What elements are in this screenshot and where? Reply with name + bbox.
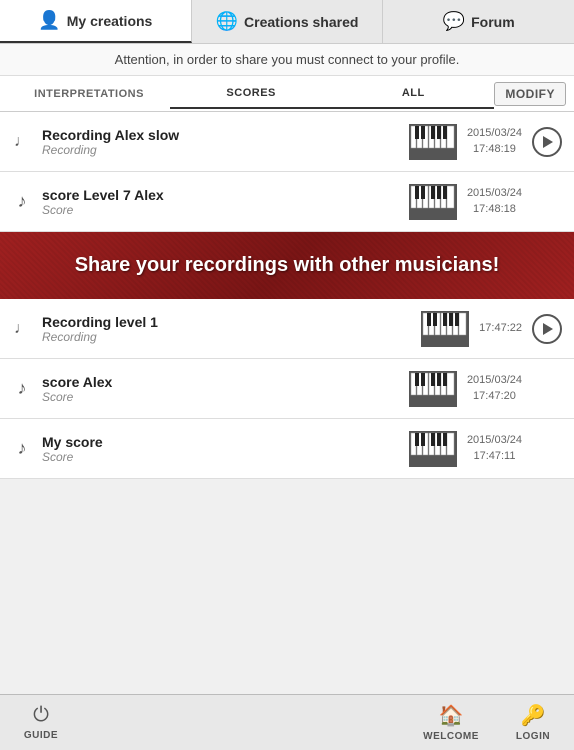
list-item: ♪ score Alex Score 2015/03 <box>0 359 574 419</box>
nav-item-forum[interactable]: 💬 Forum <box>383 0 574 43</box>
filter-tab-scores[interactable]: SCORES <box>170 79 332 109</box>
play-button[interactable] <box>532 314 562 344</box>
bottom-nav-login[interactable]: 🔑 LOGIN <box>492 703 574 742</box>
login-label: LOGIN <box>516 731 550 742</box>
item-date: 2015/03/24 17:47:11 <box>467 433 522 464</box>
item-subtitle: Score <box>42 203 399 217</box>
modify-button[interactable]: MODIFY <box>494 82 566 106</box>
filter-tabs: INTERPRETATIONS SCORES ALL MODIFY <box>0 76 574 112</box>
item-date: 2015/03/24 17:48:18 <box>467 186 522 217</box>
bottom-nav-welcome[interactable]: 🏠 WELCOME <box>410 703 492 742</box>
item-date: 17:47:22 <box>479 321 522 336</box>
guide-label: GUIDE <box>24 730 58 741</box>
piano-thumbnail <box>409 184 457 220</box>
item-date: 2015/03/24 17:47:20 <box>467 373 522 404</box>
item-title: score Level 7 Alex <box>42 187 399 203</box>
bottom-nav-guide[interactable]: ⏻ GUIDE <box>0 704 82 741</box>
nav-item-my-creations[interactable]: 👤 My creations <box>0 0 192 43</box>
attention-text: Attention, in order to share you must co… <box>115 52 460 67</box>
filter-tab-interpretations[interactable]: INTERPRETATIONS <box>8 80 170 108</box>
play-button[interactable] <box>532 127 562 157</box>
nav-label-creations-shared: Creations shared <box>244 14 358 30</box>
login-icon: 🔑 <box>521 703 546 728</box>
item-subtitle: Score <box>42 390 399 404</box>
nav-label-my-creations: My creations <box>67 13 153 29</box>
item-info: Recording Alex slow Recording <box>42 127 399 157</box>
user-icon: 👤 <box>38 10 60 31</box>
power-icon: ⏻ <box>33 704 49 727</box>
filter-tab-all[interactable]: ALL <box>332 79 494 109</box>
item-title: Recording level 1 <box>42 314 411 330</box>
item-date: 2015/03/24 17:48:19 <box>467 126 522 157</box>
list-item: ♪ My score Score 2015/03/2 <box>0 419 574 479</box>
nav-item-creations-shared[interactable]: 🌐 Creations shared <box>192 0 384 43</box>
item-info: My score Score <box>42 434 399 464</box>
piano-thumbnail <box>409 124 457 160</box>
item-info: score Alex Score <box>42 374 399 404</box>
recording-icon: ♩ <box>12 133 32 151</box>
welcome-label: WELCOME <box>423 731 479 742</box>
promo-banner: Share your recordings with other musicia… <box>0 232 574 299</box>
score-icon: ♪ <box>12 191 32 212</box>
item-title: My score <box>42 434 399 450</box>
item-title: Recording Alex slow <box>42 127 399 143</box>
item-title: score Alex <box>42 374 399 390</box>
forum-icon: 💬 <box>443 11 465 32</box>
item-info: score Level 7 Alex Score <box>42 187 399 217</box>
item-subtitle: Score <box>42 450 399 464</box>
bottom-navigation: ⏻ GUIDE 🏠 WELCOME 🔑 LOGIN <box>0 694 574 750</box>
piano-thumbnail <box>409 371 457 407</box>
creations-list: ♩ Recording Alex slow Recording <box>0 112 574 479</box>
list-item: ♪ score Level 7 Alex Score <box>0 172 574 232</box>
item-subtitle: Recording <box>42 143 399 157</box>
piano-thumbnail <box>409 431 457 467</box>
item-info: Recording level 1 Recording <box>42 314 411 344</box>
score-icon: ♪ <box>12 438 32 459</box>
list-item: ♩ Recording level 1 Recording <box>0 299 574 359</box>
attention-banner: Attention, in order to share you must co… <box>0 44 574 76</box>
item-subtitle: Recording <box>42 330 411 344</box>
globe-icon: 🌐 <box>216 11 238 32</box>
nav-label-forum: Forum <box>471 14 515 30</box>
home-icon: 🏠 <box>439 703 464 728</box>
promo-text: Share your recordings with other musicia… <box>16 254 558 277</box>
piano-thumbnail <box>421 311 469 347</box>
top-navigation: 👤 My creations 🌐 Creations shared 💬 Foru… <box>0 0 574 44</box>
score-icon: ♪ <box>12 378 32 399</box>
recording-icon: ♩ <box>12 320 32 338</box>
list-item: ♩ Recording Alex slow Recording <box>0 112 574 172</box>
